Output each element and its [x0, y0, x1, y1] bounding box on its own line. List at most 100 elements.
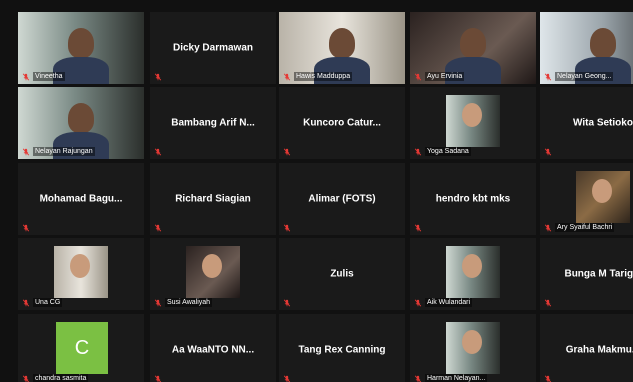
- mic-muted-icon: [414, 73, 422, 80]
- participant-tile[interactable]: Kuncoro Catur...: [279, 87, 405, 159]
- participant-name: Kuncoro Catur...: [303, 117, 381, 129]
- participant-tile[interactable]: Vineetha: [18, 12, 144, 84]
- participant-tile[interactable]: Nelayan Rajungan: [18, 87, 144, 159]
- mic-muted-icon: [544, 73, 552, 80]
- participant-name-label: Nelayan Rajungan: [33, 147, 95, 156]
- participant-status: Susi Awaliyah: [154, 298, 213, 307]
- participant-name: Alimar (FOTS): [308, 193, 376, 205]
- participant-status: Aik Wulandari: [414, 298, 473, 307]
- mic-muted-icon: [22, 224, 30, 232]
- mic-muted-icon: [414, 148, 422, 155]
- participant-status: Nelayan Geong...: [544, 72, 614, 81]
- participant-tile[interactable]: Mohamad Bagu...: [18, 163, 144, 235]
- participant-status: Vineetha: [22, 72, 65, 81]
- participant-name-label: Ary Syaiful Bachri: [555, 223, 615, 232]
- participant-tile[interactable]: Ayu Ervinia: [410, 12, 536, 84]
- participant-name-label: Susi Awaliyah: [165, 298, 213, 307]
- participant-name-label: Vineetha: [33, 72, 65, 81]
- photo-face: [202, 254, 222, 278]
- participant-name-label: Ayu Ervinia: [425, 72, 465, 81]
- participant-name-label: Hawis Madduppa: [294, 72, 353, 81]
- participant-status: Yoga Sadana: [414, 147, 471, 156]
- participant-status: Ayu Ervinia: [414, 72, 465, 81]
- participant-tile[interactable]: Dicky Darmawan: [150, 12, 276, 84]
- mic-muted-icon: [154, 375, 162, 382]
- participant-tile[interactable]: Tang Rex Canning: [279, 314, 405, 382]
- participant-tile[interactable]: Alimar (FOTS): [279, 163, 405, 235]
- participant-status: [22, 224, 30, 232]
- photo-face: [592, 179, 612, 203]
- mic-muted-icon: [283, 148, 291, 156]
- participant-tile[interactable]: Susi Awaliyah: [150, 238, 276, 310]
- mic-muted-icon: [544, 224, 552, 231]
- mic-muted-icon: [154, 299, 162, 306]
- participant-tile[interactable]: Hawis Madduppa: [279, 12, 405, 84]
- participant-tile[interactable]: Wita Setioko: [540, 87, 633, 159]
- participant-name-label: Yoga Sadana: [425, 147, 471, 156]
- participant-silhouette: [329, 27, 356, 58]
- mic-muted-icon: [414, 224, 422, 232]
- participant-tile[interactable]: Graha Makmu...: [540, 314, 633, 382]
- participant-name: Mohamad Bagu...: [39, 193, 123, 205]
- participant-status: chandra sasmita: [22, 374, 89, 382]
- participant-silhouette: [590, 27, 617, 58]
- mic-muted-icon: [283, 299, 291, 307]
- photo-face: [462, 103, 482, 127]
- participant-tile[interactable]: Una CG: [18, 238, 144, 310]
- participant-status: [283, 375, 291, 382]
- participant-status: [544, 375, 552, 382]
- photo-face: [462, 330, 482, 354]
- mic-muted-icon: [283, 73, 291, 80]
- mic-muted-icon: [283, 375, 291, 382]
- participant-name: Zulis: [330, 268, 354, 280]
- participant-status: [154, 148, 162, 156]
- participant-status: [544, 299, 552, 307]
- participant-status: [414, 224, 422, 232]
- participant-status: Hawis Madduppa: [283, 72, 353, 81]
- participant-tile[interactable]: Zulis: [279, 238, 405, 310]
- participant-tile[interactable]: Aa WaaNTO NN...: [150, 314, 276, 382]
- participant-name-label: Una CG: [33, 298, 63, 307]
- mic-muted-icon: [154, 73, 162, 81]
- participant-status: [154, 73, 162, 81]
- participant-name: Dicky Darmawan: [172, 42, 254, 54]
- participant-tile[interactable]: Nelayan Geong...: [540, 12, 633, 84]
- participant-name: Wita Setioko: [573, 117, 633, 129]
- participant-silhouette: [68, 102, 95, 133]
- participant-tile[interactable]: Yoga Sadana: [410, 87, 536, 159]
- participant-tile[interactable]: hendro kbt mks: [410, 163, 536, 235]
- participant-status: [154, 224, 162, 232]
- participant-status: [154, 375, 162, 382]
- mic-muted-icon: [414, 299, 422, 306]
- participant-status: [544, 148, 552, 156]
- participant-tile[interactable]: Bunga M Tarig...: [540, 238, 633, 310]
- participant-status: Harman Nelayan...: [414, 374, 488, 382]
- participant-tile[interactable]: Ary Syaiful Bachri: [540, 163, 633, 235]
- participant-name-label: Aik Wulandari: [425, 298, 473, 307]
- participant-status: Ary Syaiful Bachri: [544, 223, 615, 232]
- participant-name: Graha Makmu...: [565, 344, 633, 356]
- participant-tile[interactable]: Cchandra sasmita: [18, 314, 144, 382]
- participant-status: Una CG: [22, 298, 63, 307]
- letter-avatar: C: [56, 322, 108, 374]
- mic-muted-icon: [154, 148, 162, 156]
- mic-muted-icon: [22, 375, 30, 382]
- participant-name: Richard Siagian: [175, 193, 251, 205]
- participant-tile[interactable]: Aik Wulandari: [410, 238, 536, 310]
- photo-face: [462, 254, 482, 278]
- mic-muted-icon: [544, 148, 552, 156]
- participant-tile[interactable]: Richard Siagian: [150, 163, 276, 235]
- participant-name-label: Nelayan Geong...: [555, 72, 614, 81]
- participant-silhouette: [68, 27, 95, 58]
- participant-name: hendro kbt mks: [435, 193, 511, 205]
- mic-muted-icon: [22, 299, 30, 306]
- participant-status: Nelayan Rajungan: [22, 147, 95, 156]
- participant-name-label: Harman Nelayan...: [425, 374, 488, 382]
- participant-status: [283, 148, 291, 156]
- participant-tile[interactable]: Harman Nelayan...: [410, 314, 536, 382]
- participant-name: Aa WaaNTO NN...: [171, 344, 255, 356]
- participant-tile[interactable]: Bambang Arif N...: [150, 87, 276, 159]
- participant-name: Bunga M Tarig...: [564, 268, 633, 280]
- mic-muted-icon: [283, 224, 291, 232]
- mic-muted-icon: [22, 148, 30, 155]
